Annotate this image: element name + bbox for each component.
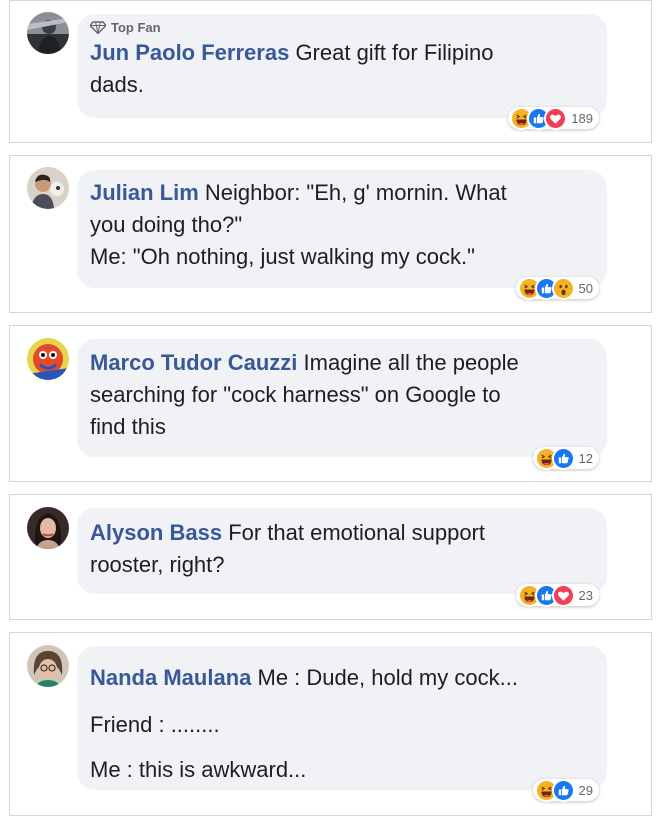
comment-card: Nanda Maulana Me : Dude, hold my cock...… bbox=[9, 632, 652, 816]
comment-card: Top Fan Jun Paolo Ferreras Great gift fo… bbox=[9, 0, 652, 143]
reaction-count: 29 bbox=[578, 782, 593, 798]
reaction-summary[interactable]: 12 bbox=[532, 446, 599, 470]
avatar[interactable] bbox=[27, 167, 69, 209]
comment-text: you doing tho?" bbox=[90, 212, 243, 237]
comment-text: Me : Dude, hold my cock... bbox=[257, 665, 518, 690]
comment-text: Imagine all the people bbox=[303, 350, 519, 375]
top-fan-badge: Top Fan bbox=[90, 20, 593, 35]
comment-card: Julian Lim Neighbor: "Eh, g' mornin. Wha… bbox=[9, 155, 652, 313]
reaction-summary[interactable]: 189 bbox=[508, 106, 599, 130]
comment-bubble: Marco Tudor Cauzzi Imagine all the peopl… bbox=[77, 339, 607, 457]
comment-text: Me : this is awkward... bbox=[90, 757, 307, 782]
comment-text: Friend : ........ bbox=[90, 712, 220, 737]
reaction-summary[interactable]: 23 bbox=[515, 583, 599, 607]
comment-card: Alyson Bass For that emotional support r… bbox=[9, 494, 652, 620]
comment-text: Neighbor: "Eh, g' mornin. What bbox=[204, 180, 507, 205]
love-icon bbox=[544, 106, 568, 130]
reaction-count: 12 bbox=[578, 450, 593, 466]
badge-label: Top Fan bbox=[111, 20, 161, 35]
love-icon bbox=[551, 583, 575, 607]
comment-bubble: Nanda Maulana Me : Dude, hold my cock...… bbox=[77, 646, 607, 790]
diamond-icon bbox=[90, 21, 106, 34]
comment-bubble: Alyson Bass For that emotional support r… bbox=[77, 508, 607, 594]
reaction-count: 23 bbox=[578, 587, 593, 603]
comment-text: find this bbox=[90, 414, 166, 439]
comment-text: searching for "cock harness" on Google t… bbox=[90, 382, 501, 407]
avatar[interactable] bbox=[27, 507, 69, 549]
comment-text: Me: "Oh nothing, just walking my cock." bbox=[90, 244, 475, 269]
comment-text: Great gift for Filipino bbox=[295, 40, 494, 65]
comment-card: Marco Tudor Cauzzi Imagine all the peopl… bbox=[9, 325, 652, 482]
reaction-count: 189 bbox=[571, 110, 593, 126]
avatar[interactable] bbox=[27, 12, 69, 54]
author-name[interactable]: Julian Lim bbox=[90, 180, 199, 205]
reaction-summary[interactable]: 29 bbox=[532, 778, 599, 802]
wow-icon bbox=[551, 276, 575, 300]
like-icon bbox=[551, 446, 575, 470]
avatar[interactable] bbox=[27, 645, 69, 687]
reaction-count: 50 bbox=[578, 280, 593, 296]
comment-text: dads. bbox=[90, 72, 144, 97]
avatar[interactable] bbox=[27, 338, 69, 380]
author-name[interactable]: Nanda Maulana bbox=[90, 665, 251, 690]
author-name[interactable]: Alyson Bass bbox=[90, 520, 222, 545]
reaction-summary[interactable]: 50 bbox=[515, 276, 599, 300]
author-name[interactable]: Jun Paolo Ferreras bbox=[90, 40, 289, 65]
comment-bubble: Top Fan Jun Paolo Ferreras Great gift fo… bbox=[77, 14, 607, 118]
comment-text: rooster, right? bbox=[90, 552, 225, 577]
comment-bubble: Julian Lim Neighbor: "Eh, g' mornin. Wha… bbox=[77, 170, 607, 288]
author-name[interactable]: Marco Tudor Cauzzi bbox=[90, 350, 297, 375]
comment-text: For that emotional support bbox=[228, 520, 485, 545]
like-icon bbox=[551, 778, 575, 802]
